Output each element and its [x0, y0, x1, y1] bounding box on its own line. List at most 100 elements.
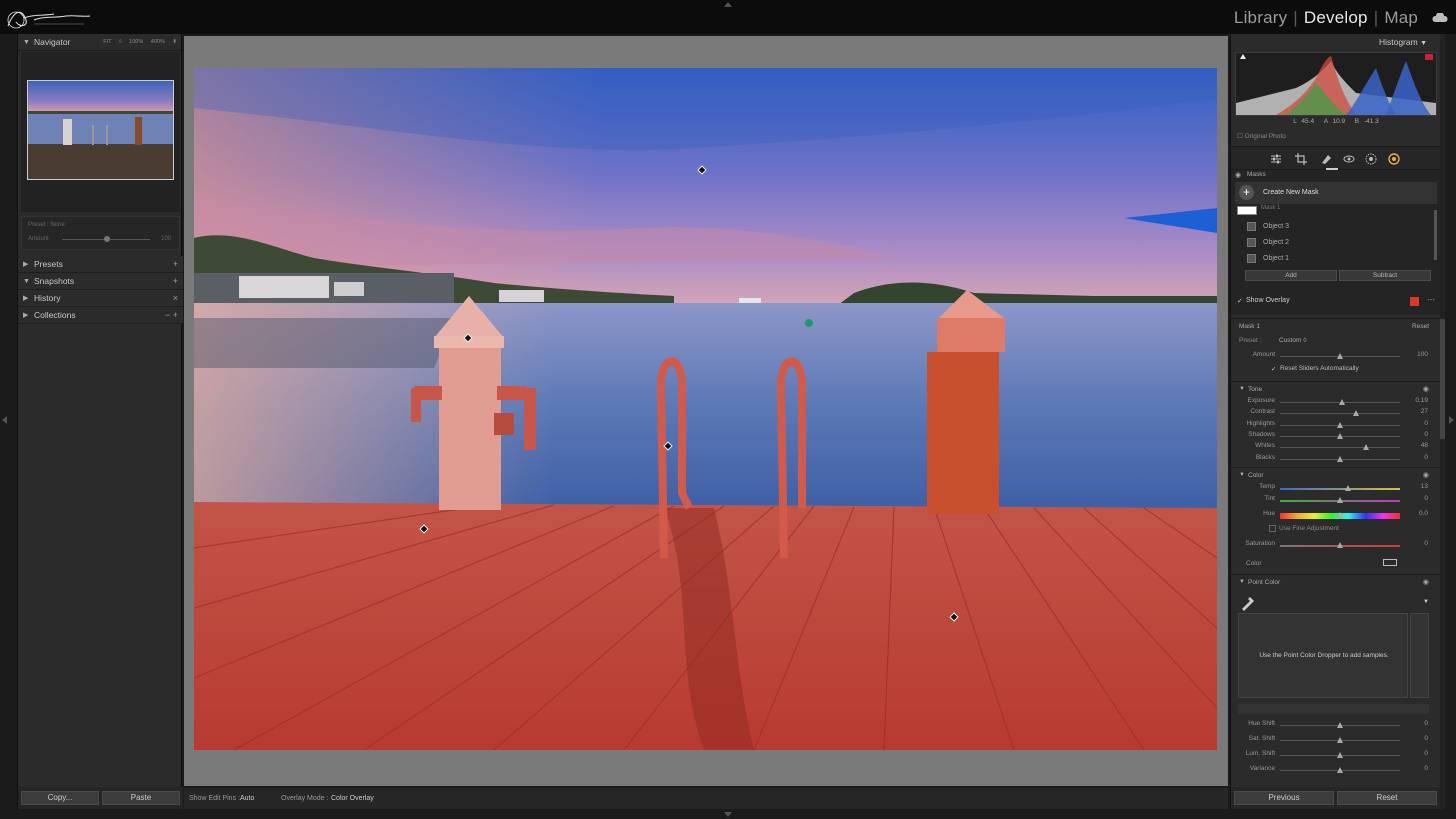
- right-panel-toggle-icon[interactable]: [1449, 416, 1454, 424]
- slider-knob[interactable]: [1337, 512, 1343, 518]
- slider-knob[interactable]: [1337, 455, 1343, 462]
- slider-value[interactable]: 0: [1424, 454, 1428, 461]
- slider-knob[interactable]: [1337, 542, 1343, 548]
- mask-name[interactable]: Mask 1: [1261, 205, 1280, 211]
- slider-knob[interactable]: [1352, 410, 1359, 417]
- temp-slider[interactable]: Temp 13: [1231, 483, 1441, 494]
- add-preset-button[interactable]: +: [173, 256, 178, 273]
- presets-panel-header[interactable]: ▶ Presets +: [18, 256, 183, 273]
- cloud-sync-icon[interactable]: [1432, 13, 1448, 23]
- histogram-header[interactable]: Histogram ▼: [1231, 34, 1441, 50]
- collections-panel-header[interactable]: ▶ Collections − +: [18, 307, 183, 324]
- mask-thumbnail[interactable]: [1237, 206, 1257, 215]
- collapse-triangle-icon[interactable]: ▼: [1239, 579, 1245, 585]
- mask-reset-button[interactable]: Reset: [1412, 323, 1429, 330]
- highlights-slider[interactable]: Highlights 0: [1231, 420, 1441, 431]
- mask-object-2[interactable]: Object 2: [1263, 239, 1289, 246]
- eye-icon[interactable]: ◉: [1423, 385, 1429, 393]
- whites-slider[interactable]: Whites 48: [1231, 442, 1441, 453]
- tint-slider[interactable]: Tint 0: [1231, 495, 1441, 506]
- slider-value[interactable]: 13: [1421, 483, 1428, 490]
- point-color-swatch-area[interactable]: [1410, 613, 1429, 698]
- histogram-graph[interactable]: [1235, 52, 1437, 116]
- crop-icon[interactable]: [1295, 153, 1307, 165]
- slider-knob[interactable]: [1345, 485, 1352, 491]
- edit-pins-dropdown[interactable]: Auto: [240, 788, 254, 809]
- checkbox-icon[interactable]: ☐: [1237, 133, 1243, 140]
- mask-amount-slider[interactable]: Amount 100: [1231, 351, 1441, 362]
- masking-icon[interactable]: [1388, 153, 1400, 165]
- slider-value[interactable]: 0: [1424, 495, 1428, 502]
- slider-value[interactable]: 0: [1424, 420, 1428, 427]
- slider-track[interactable]: [1280, 488, 1400, 490]
- eye-icon[interactable]: ◉: [1423, 578, 1429, 586]
- subtract-mask-button[interactable]: Subtract: [1339, 270, 1431, 281]
- module-map[interactable]: Map: [1384, 8, 1418, 28]
- slider-value[interactable]: 0: [1424, 431, 1428, 438]
- reset-button[interactable]: Reset: [1337, 791, 1437, 805]
- filmstrip-toggle-icon[interactable]: [724, 812, 732, 817]
- add-mask-button[interactable]: Add: [1245, 270, 1337, 281]
- zoom-fit[interactable]: FIT ◊: [103, 39, 121, 45]
- previous-button[interactable]: Previous: [1234, 791, 1334, 805]
- photo-with-mask-overlay[interactable]: [194, 68, 1217, 750]
- amount-slider-knob[interactable]: [104, 236, 110, 242]
- slider-track[interactable]: [1280, 413, 1400, 415]
- history-panel-header[interactable]: ▶ History ×: [18, 290, 183, 307]
- show-overlay-checkbox[interactable]: ✓: [1237, 297, 1243, 305]
- slider-knob[interactable]: [1337, 432, 1343, 439]
- navigator-header[interactable]: ▼ Navigator FIT ◊ 100% 400% ⬍: [18, 34, 181, 51]
- eyedropper-icon[interactable]: [1240, 595, 1256, 611]
- edit-sliders-icon[interactable]: [1270, 153, 1282, 165]
- image-canvas[interactable]: [184, 36, 1228, 786]
- saturation-slider[interactable]: Saturation 0: [1231, 540, 1441, 551]
- module-develop[interactable]: Develop: [1304, 8, 1368, 28]
- module-library[interactable]: Library: [1234, 8, 1287, 28]
- slider-value[interactable]: 27: [1421, 408, 1428, 415]
- zoom-400[interactable]: 400%: [151, 39, 165, 45]
- slider-knob[interactable]: [1337, 737, 1343, 743]
- red-eye-icon[interactable]: [1343, 153, 1355, 165]
- sat-shift-slider[interactable]: Sat. Shift 0: [1231, 735, 1441, 746]
- slider-knob[interactable]: [1339, 399, 1346, 405]
- scrollbar-thumb[interactable]: [1440, 319, 1445, 439]
- add-snapshot-button[interactable]: +: [173, 273, 178, 290]
- hue-shift-slider[interactable]: Hue Shift 0: [1231, 720, 1441, 731]
- slider-value[interactable]: 0: [1424, 750, 1428, 757]
- contrast-slider[interactable]: Contrast 27: [1231, 408, 1441, 419]
- right-panel-scrollbar[interactable]: [1440, 34, 1445, 809]
- point-color-range-bar[interactable]: [1238, 704, 1429, 714]
- color-swatch-picker[interactable]: [1383, 559, 1397, 566]
- eye-icon[interactable]: ◉: [1235, 171, 1241, 179]
- top-panel-toggle-icon[interactable]: [724, 2, 732, 7]
- overlay-color-swatch[interactable]: [1410, 297, 1419, 306]
- blacks-slider[interactable]: Blacks 0: [1231, 454, 1441, 465]
- collapse-triangle-icon[interactable]: ▼: [1239, 472, 1245, 478]
- slider-value[interactable]: 100: [1417, 351, 1428, 358]
- slider-knob[interactable]: [1337, 421, 1343, 428]
- slider-knob[interactable]: [1363, 444, 1370, 451]
- fine-adjustment-checkbox[interactable]: [1269, 525, 1276, 532]
- hue-slider[interactable]: Hue 0.0: [1231, 510, 1441, 521]
- mask-object-1[interactable]: Object 1: [1263, 255, 1289, 262]
- variance-slider[interactable]: Variance 0: [1231, 765, 1441, 776]
- slider-knob[interactable]: [1337, 497, 1343, 503]
- mask-preset-dropdown[interactable]: Custom ◊: [1279, 337, 1306, 344]
- more-options-icon[interactable]: ···: [1427, 295, 1435, 304]
- slider-value[interactable]: 0: [1424, 540, 1428, 547]
- slider-track[interactable]: [1280, 447, 1400, 449]
- paste-button[interactable]: Paste: [102, 791, 180, 805]
- point-color-samples-area[interactable]: Use the Point Color Dropper to add sampl…: [1238, 613, 1408, 698]
- masks-scrollbar[interactable]: [1434, 210, 1437, 260]
- eye-icon[interactable]: ◉: [1423, 471, 1429, 479]
- slider-knob[interactable]: [1337, 722, 1343, 728]
- presets-icon[interactable]: [1365, 153, 1377, 165]
- original-photo-toggle[interactable]: ☐ Original Photo: [1237, 132, 1286, 140]
- reset-sliders-checkbox[interactable]: ✓: [1271, 365, 1276, 373]
- clear-history-button[interactable]: ×: [173, 290, 178, 307]
- slider-value[interactable]: 0: [1424, 720, 1428, 727]
- left-panel-toggle-icon[interactable]: [2, 416, 7, 424]
- slider-value[interactable]: 0: [1424, 765, 1428, 772]
- navigator-zoom-options[interactable]: FIT ◊ 100% 400% ⬍: [103, 34, 177, 51]
- mask-object-3[interactable]: Object 3: [1263, 223, 1289, 230]
